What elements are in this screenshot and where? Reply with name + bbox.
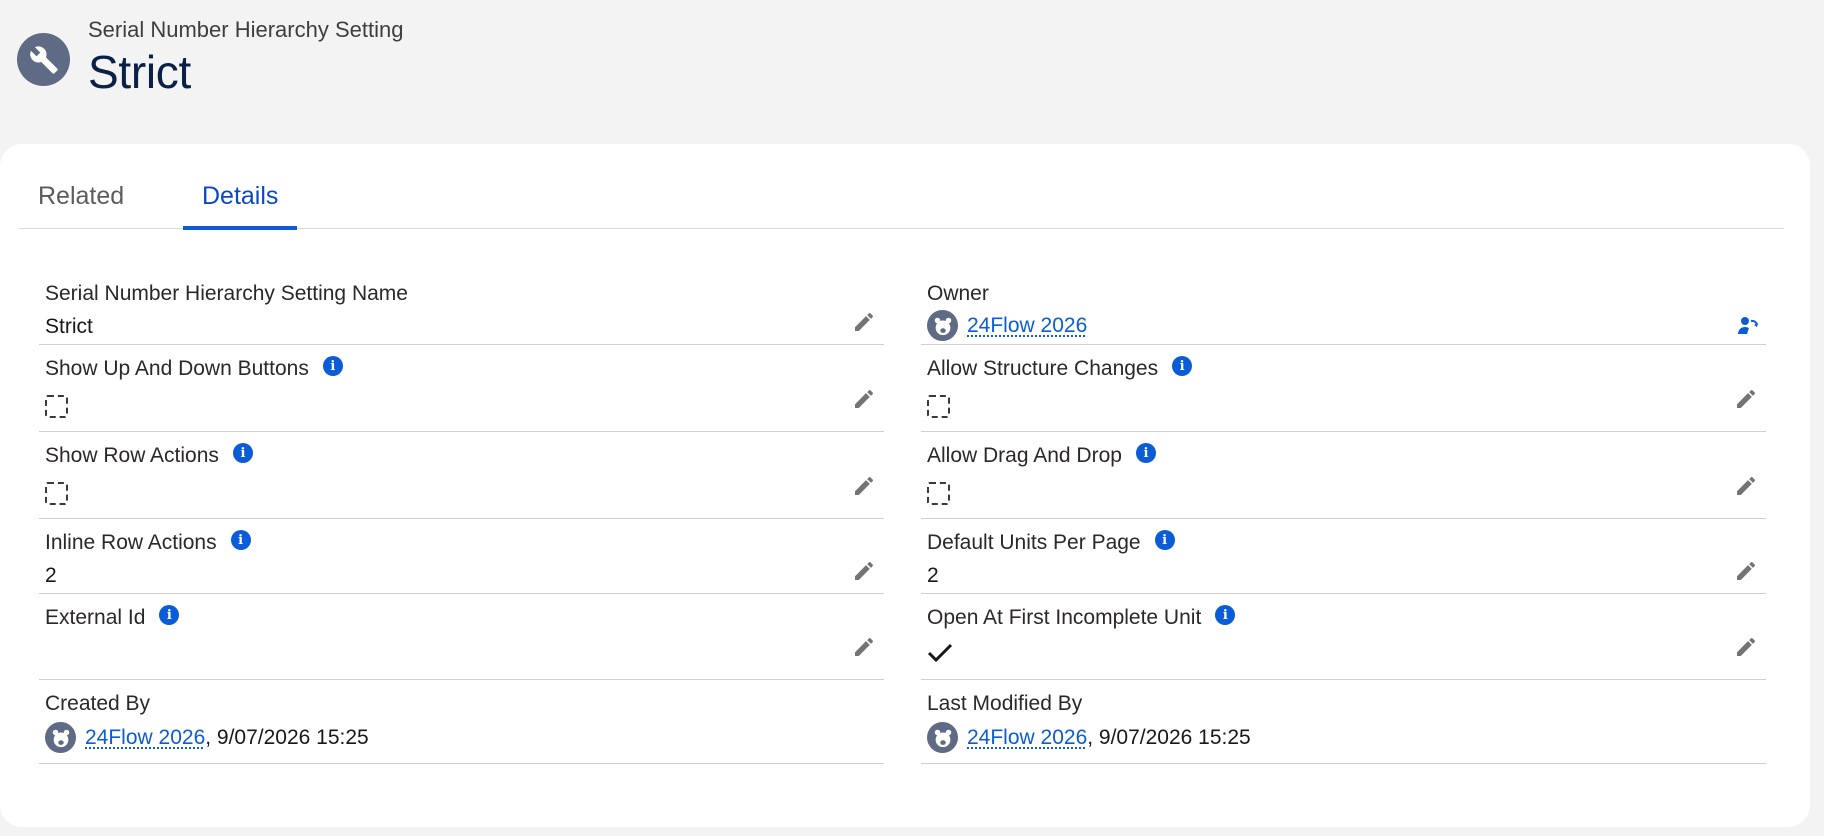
- tab-bar: Related Details: [19, 144, 1784, 230]
- field-open-first-incomplete: Open At First Incomplete Unit i: [921, 594, 1766, 680]
- checkbox-unchecked: [927, 395, 950, 418]
- field-owner: Owner 24Flow 2026: [921, 270, 1766, 345]
- pencil-icon[interactable]: [852, 387, 876, 411]
- field-label: Show Row Actions: [45, 444, 219, 467]
- field-label: Allow Drag And Drop: [927, 444, 1122, 467]
- header-text: Serial Number Hierarchy Setting Strict: [88, 14, 403, 99]
- field-label: Allow Structure Changes: [927, 357, 1159, 380]
- pencil-icon[interactable]: [852, 310, 876, 334]
- field-show-row-actions: Show Row Actions i: [39, 432, 884, 519]
- modified-date: , 9/07/2026 15:25: [1087, 725, 1251, 749]
- pencil-icon[interactable]: [852, 559, 876, 583]
- info-icon[interactable]: i: [232, 443, 253, 463]
- field-label: External Id: [45, 606, 146, 629]
- field-allow-structure: Allow Structure Changes i: [921, 345, 1766, 432]
- user-link[interactable]: 24Flow 2026: [967, 726, 1087, 750]
- change-owner-icon[interactable]: [1736, 314, 1760, 338]
- info-icon[interactable]: i: [1135, 443, 1156, 463]
- field-external-id: External Id i: [39, 594, 884, 680]
- checkbox-unchecked: [45, 395, 68, 418]
- field-value: Strict: [45, 315, 93, 338]
- tab-details[interactable]: Details: [183, 182, 298, 230]
- wrench-icon: [17, 33, 70, 86]
- field-label: Serial Number Hierarchy Setting Name: [45, 282, 408, 305]
- pencil-icon[interactable]: [1734, 559, 1758, 583]
- avatar: [927, 310, 958, 341]
- pencil-icon[interactable]: [852, 474, 876, 498]
- field-last-modified-by: Last Modified By 24Flow 2026 , 9/07/2026…: [921, 680, 1766, 764]
- field-value: 2: [927, 564, 939, 587]
- checkbox-unchecked: [45, 482, 68, 505]
- field-allow-dnd: Allow Drag And Drop i: [921, 432, 1766, 519]
- field-label: Open At First Incomplete Unit: [927, 606, 1202, 629]
- field-label: Created By: [45, 692, 151, 715]
- info-icon[interactable]: i: [1172, 356, 1193, 376]
- field-label: Show Up And Down Buttons: [45, 357, 309, 380]
- right-column: Owner 24Flow 2026 Allow Structure Change…: [921, 270, 1766, 764]
- field-created-by: Created By 24Flow 2026 , 9/07/2026 15:25: [39, 680, 884, 764]
- avatar: [927, 722, 958, 753]
- pencil-icon[interactable]: [852, 635, 876, 659]
- checkmark-icon: [927, 643, 953, 663]
- owner-link[interactable]: 24Flow 2026: [967, 314, 1087, 338]
- info-icon[interactable]: i: [1215, 605, 1236, 625]
- pencil-icon[interactable]: [1734, 635, 1758, 659]
- field-label: Default Units Per Page: [927, 531, 1141, 554]
- info-icon[interactable]: i: [159, 605, 180, 625]
- pencil-icon[interactable]: [1734, 474, 1758, 498]
- pencil-icon[interactable]: [1734, 387, 1758, 411]
- detail-card: Related Details Serial Number Hierarchy …: [0, 144, 1810, 827]
- field-value: 2: [45, 564, 57, 587]
- field-show-up-down: Show Up And Down Buttons i: [39, 345, 884, 432]
- record-type-label: Serial Number Hierarchy Setting: [88, 17, 404, 42]
- field-label: Inline Row Actions: [45, 531, 217, 554]
- left-column: Serial Number Hierarchy Setting Name Str…: [39, 270, 884, 764]
- field-inline-row-actions: Inline Row Actions i 2: [39, 519, 884, 594]
- field-label: Owner: [927, 282, 989, 305]
- created-date: , 9/07/2026 15:25: [205, 725, 369, 749]
- field-name: Serial Number Hierarchy Setting Name Str…: [39, 270, 884, 345]
- avatar: [45, 722, 76, 753]
- field-label: Last Modified By: [927, 692, 1083, 715]
- checkbox-unchecked: [927, 482, 950, 505]
- tab-related[interactable]: Related: [19, 182, 143, 229]
- info-icon[interactable]: i: [1154, 530, 1175, 550]
- user-link[interactable]: 24Flow 2026: [85, 726, 205, 750]
- field-default-units: Default Units Per Page i 2: [921, 519, 1766, 594]
- info-icon[interactable]: i: [322, 356, 343, 376]
- info-icon[interactable]: i: [230, 530, 251, 550]
- page-title: Strict: [88, 46, 191, 98]
- record-header: Serial Number Hierarchy Setting Strict: [17, 14, 403, 99]
